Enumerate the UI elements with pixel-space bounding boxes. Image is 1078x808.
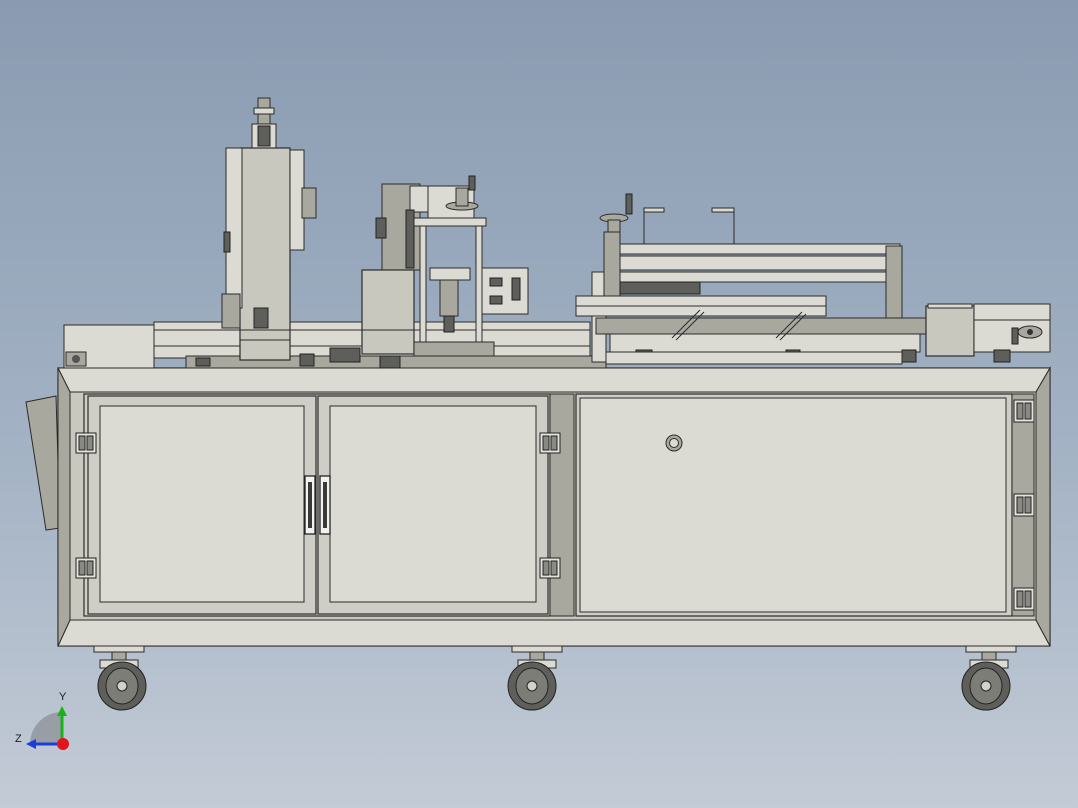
- caster-middle: [507, 645, 563, 711]
- roller-feed-unit: [575, 193, 927, 365]
- x-axis-origin: [57, 738, 69, 750]
- cabinet-top-rail: [57, 367, 1051, 393]
- caster-right: [961, 645, 1017, 711]
- cad-viewport[interactable]: Y Z: [0, 0, 1078, 808]
- z-axis-label: Z: [15, 733, 22, 745]
- right-control-box: [925, 303, 1051, 363]
- cabinet-bottom-rail: [57, 619, 1051, 647]
- door-left-1-panel: [99, 405, 305, 603]
- base-cabinet: [25, 366, 1051, 647]
- axis-triad: Y Z: [15, 691, 69, 750]
- door-left-2-panel: [329, 405, 537, 603]
- vertical-column-unit: [221, 97, 317, 361]
- caster-left: [93, 645, 147, 711]
- y-axis-label: Y: [59, 691, 67, 703]
- machine-drawing: Y Z: [15, 97, 1051, 750]
- top-deck: [63, 321, 607, 369]
- side-chute: [25, 395, 61, 531]
